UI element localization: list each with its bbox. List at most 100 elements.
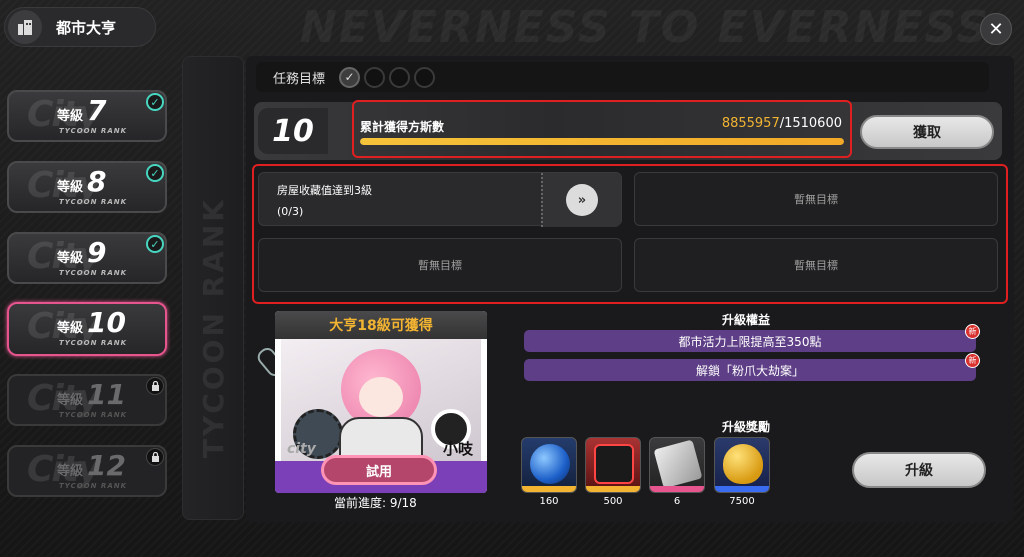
level-card-11[interactable]: City 等級 11 TYCOON RANK	[7, 374, 167, 426]
card-pack-icon	[653, 439, 703, 489]
progress-target: /1510600	[779, 116, 842, 131]
check-icon: ✓	[146, 164, 164, 182]
claim-button[interactable]: 獲取	[860, 115, 994, 149]
fast-forward-icon: »	[566, 184, 598, 216]
reward-item[interactable]	[521, 437, 577, 493]
character-portrait: city 小吱	[281, 339, 481, 461]
rarity-strip	[522, 486, 576, 492]
current-progress: 當前進度: 9/18	[334, 496, 417, 510]
level-subtitle: TYCOON RANK	[59, 269, 128, 277]
level-card-8[interactable]: City 等級 8 TYCOON RANK	[7, 161, 167, 213]
rail-text: TYCOON RANK	[197, 197, 230, 459]
progress-current: 8855957	[721, 116, 780, 131]
level-word: 等級	[57, 321, 84, 336]
target-house-collection[interactable]: 房屋收藏值達到3級 (0/3) »	[258, 172, 622, 227]
level-word: 等級	[57, 393, 84, 408]
rarity-strip	[715, 486, 769, 492]
upgrade-button[interactable]: 升級	[852, 452, 986, 488]
target-empty: 暫無目標	[634, 238, 998, 292]
level-word: 等級	[57, 109, 84, 124]
target-empty: 暫無目標	[258, 238, 622, 292]
close-button[interactable]: ✕	[980, 13, 1012, 45]
rarity-strip	[650, 486, 704, 492]
page-title: 都市大亨	[56, 18, 117, 37]
character-reward-card: 大亨18級可獲得 city 小吱 試用	[275, 311, 487, 493]
level-subtitle: TYCOON RANK	[59, 198, 128, 206]
level-number: 8	[87, 165, 107, 198]
progress-label: 累計獲得方斯數	[360, 120, 445, 134]
level-card-12[interactable]: City 等級 12 TYCOON RANK	[7, 445, 167, 497]
level-subtitle: TYCOON RANK	[59, 339, 128, 347]
close-icon: ✕	[988, 18, 1004, 40]
lock-icon	[146, 448, 164, 466]
target-empty-label: 暫無目標	[794, 259, 838, 272]
gold-egg-icon	[723, 444, 763, 484]
level-number: 11	[87, 378, 126, 411]
progress-fill	[360, 138, 844, 145]
mission-empty-icon	[364, 66, 386, 88]
reward-card-header: 大亨18級可獲得	[275, 311, 487, 339]
goto-button[interactable]: »	[541, 173, 621, 227]
reward-quantity: 7500	[729, 496, 755, 507]
benefit-text: 解鎖「粉爪大劫案」	[695, 363, 804, 378]
tycoon-rank-rail: TYCOON RANK	[182, 56, 244, 520]
mission-empty-icon	[414, 66, 436, 88]
target-empty-label: 暫無目標	[418, 259, 462, 272]
reward-quantity: 160	[539, 496, 559, 507]
character-face	[359, 377, 403, 417]
reward-item[interactable]	[585, 437, 641, 493]
target-empty: 暫無目標	[634, 172, 998, 226]
level-word: 等級	[57, 464, 84, 479]
rarity-strip	[586, 486, 640, 492]
reward-item[interactable]	[714, 437, 770, 493]
level-subtitle: TYCOON RANK	[59, 482, 128, 490]
hunter-ticket-icon	[594, 444, 634, 484]
level-word: 等級	[57, 180, 84, 195]
new-badge: 新	[965, 324, 980, 339]
rank-progress-row: 10 累計獲得方斯數 8855957/1510600 獲取	[254, 100, 1002, 160]
benefits-title: 升級權益	[722, 313, 771, 327]
progress-box: 累計獲得方斯數 8855957/1510600	[352, 100, 852, 158]
mission-dots: ✓	[339, 66, 436, 88]
reward-item[interactable]	[649, 437, 705, 493]
new-badge: 新	[965, 353, 980, 368]
title-pill: 都市大亨	[4, 7, 156, 47]
mission-check-icon: ✓	[339, 66, 361, 88]
targets-box: 房屋收藏值達到3級 (0/3) » 暫無目標 暫無目標 暫無目標	[252, 164, 1008, 304]
level-number: 12	[87, 449, 126, 482]
benefit-item: 解鎖「粉爪大劫案」	[524, 359, 976, 381]
check-icon: ✓	[146, 93, 164, 111]
level-list[interactable]: City 等級 7 TYCOON RANK ✓ City 等級 8 TYCOON R…	[0, 56, 180, 536]
target-count: (0/3)	[277, 205, 304, 218]
reward-quantity: 500	[603, 496, 623, 507]
benefit-text: 都市活力上限提高至350點	[678, 334, 822, 349]
level-card-9[interactable]: City 等級 9 TYCOON RANK	[7, 232, 167, 284]
check-icon: ✓	[146, 235, 164, 253]
benefit-item: 都市活力上限提高至350點	[524, 330, 976, 352]
lock-icon	[146, 377, 164, 395]
city-building-icon	[8, 10, 42, 44]
blue-orb-icon	[530, 444, 570, 484]
top-bar: 都市大亨 ✕	[0, 0, 1024, 56]
progress-value: 8855957/1510600	[722, 116, 842, 131]
mission-empty-icon	[389, 66, 411, 88]
city-mark: city	[287, 441, 316, 457]
trial-button[interactable]: 試用	[321, 455, 437, 485]
level-number: 9	[87, 236, 107, 269]
target-text: 房屋收藏值達到3級	[277, 184, 372, 197]
level-subtitle: TYCOON RANK	[59, 127, 128, 135]
level-subtitle: TYCOON RANK	[59, 411, 128, 419]
level-card-7[interactable]: City 等級 7 TYCOON RANK	[7, 90, 167, 142]
mission-label: 任務目標	[273, 71, 326, 87]
level-number: 7	[87, 94, 107, 127]
rewards-title: 升級獎勵	[722, 420, 771, 434]
current-rank-number: 10	[258, 108, 328, 154]
level-number: 10	[87, 306, 126, 339]
target-empty-label: 暫無目標	[794, 193, 838, 206]
mission-bar: 任務目標 ✓	[256, 62, 989, 92]
progress-track	[360, 138, 844, 145]
level-word: 等級	[57, 251, 84, 266]
character-name: 小吱	[442, 440, 473, 458]
level-card-10[interactable]: City 等級 10 TYCOON RANK	[7, 302, 167, 356]
reward-quantity: 6	[673, 496, 681, 507]
